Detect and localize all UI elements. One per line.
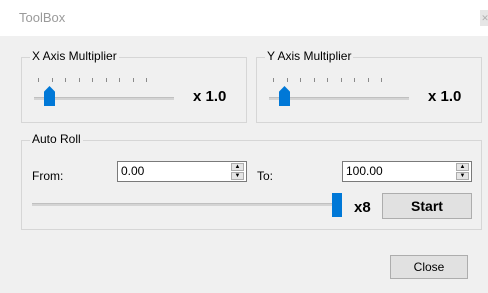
close-icon[interactable]: ✕ (480, 10, 488, 26)
start-button[interactable]: Start (382, 193, 472, 219)
x-axis-group: X Axis Multiplier x 1.0 (21, 49, 247, 123)
auto-roll-group: Auto Roll From: ▲ ▼ To: ▲ ▼ x8 Start (21, 132, 482, 230)
to-up-button[interactable]: ▲ (456, 163, 469, 171)
from-spinbox[interactable]: ▲ ▼ (117, 161, 247, 182)
y-axis-slider[interactable] (267, 76, 409, 108)
toolbox-window: ToolBox ✕ X Axis Multiplier x 1.0 Y Axis… (0, 0, 488, 293)
y-axis-track (269, 97, 409, 100)
y-axis-label: Y Axis Multiplier (265, 49, 354, 63)
close-button[interactable]: Close (390, 255, 468, 279)
speed-track (32, 203, 342, 206)
title-bar: ToolBox ✕ (0, 0, 488, 36)
x-axis-multiplier-value: x 1.0 (193, 88, 227, 105)
from-down-button[interactable]: ▼ (231, 172, 244, 180)
x-axis-track (34, 97, 174, 100)
to-input[interactable] (346, 164, 446, 178)
speed-value: x8 (354, 199, 371, 216)
y-axis-group: Y Axis Multiplier x 1.0 (256, 49, 482, 123)
auto-roll-label: Auto Roll (30, 132, 83, 146)
to-down-button[interactable]: ▼ (456, 172, 469, 180)
from-up-button[interactable]: ▲ (231, 163, 244, 171)
x-axis-label: X Axis Multiplier (30, 49, 119, 63)
x-axis-slider[interactable] (32, 76, 174, 108)
y-axis-thumb[interactable] (279, 86, 290, 106)
speed-slider[interactable] (32, 193, 344, 217)
to-spinbox[interactable]: ▲ ▼ (342, 161, 472, 182)
speed-thumb[interactable] (332, 193, 342, 217)
y-axis-multiplier-value: x 1.0 (428, 88, 462, 105)
to-label: To: (257, 169, 274, 183)
from-label: From: (32, 169, 64, 183)
x-axis-thumb[interactable] (44, 86, 55, 106)
window-title: ToolBox (19, 10, 66, 25)
from-input[interactable] (121, 164, 221, 178)
